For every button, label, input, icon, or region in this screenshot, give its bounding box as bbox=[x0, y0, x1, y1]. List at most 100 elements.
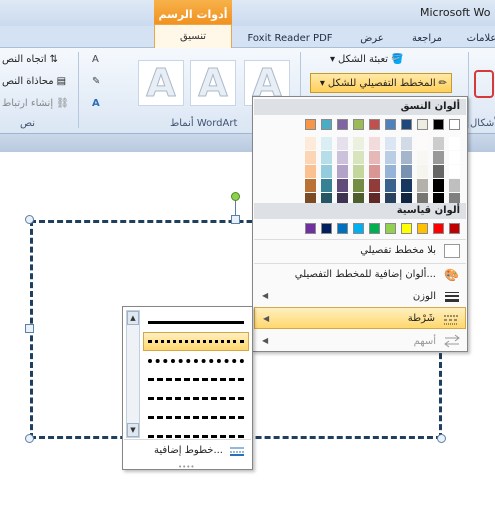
wordart-style-2[interactable]: A bbox=[190, 60, 236, 106]
tab-format[interactable]: تنسيق bbox=[154, 24, 232, 48]
standard-color-swatch[interactable] bbox=[353, 223, 364, 234]
create-link-button[interactable]: إنشاء ارتباط ⛓ bbox=[2, 98, 69, 109]
theme-color-shade-swatch[interactable] bbox=[449, 137, 460, 150]
theme-color-swatch[interactable] bbox=[305, 119, 316, 130]
theme-color-shade-swatch[interactable] bbox=[353, 137, 364, 150]
dashes-item[interactable]: ◀ شَرْطة bbox=[254, 307, 466, 329]
shape-outline-button[interactable]: ▾ المخطط التفصيلي للشكل ✏ bbox=[310, 73, 452, 93]
theme-color-shade-swatch[interactable] bbox=[385, 151, 396, 164]
theme-color-shade-swatch[interactable] bbox=[337, 165, 348, 178]
wordart-style-1[interactable]: A bbox=[138, 60, 184, 106]
more-lines-item[interactable]: خطوط إضافية... bbox=[124, 439, 251, 461]
dash-list-scrollbar[interactable]: ▲ ▼ bbox=[126, 310, 140, 438]
rotation-handle[interactable] bbox=[231, 192, 240, 201]
text-direction-button[interactable]: اتجاه النص ⇅ bbox=[2, 54, 58, 65]
dashes-label: شَرْطة bbox=[407, 312, 435, 324]
theme-color-shade-swatch[interactable] bbox=[417, 165, 428, 178]
theme-color-shade-swatch[interactable] bbox=[449, 179, 460, 192]
theme-color-shade-swatch[interactable] bbox=[305, 137, 316, 150]
scroll-up-icon[interactable]: ▲ bbox=[127, 311, 139, 325]
theme-color-swatch[interactable] bbox=[369, 119, 380, 130]
theme-color-swatch[interactable] bbox=[353, 119, 364, 130]
standard-color-swatch[interactable] bbox=[305, 223, 316, 234]
theme-color-shade-swatch[interactable] bbox=[401, 179, 412, 192]
theme-color-shade-swatch[interactable] bbox=[321, 165, 332, 178]
standard-color-swatch[interactable] bbox=[321, 223, 332, 234]
resize-grip-icon[interactable]: •••• bbox=[178, 463, 195, 471]
theme-color-shade-swatch[interactable] bbox=[305, 179, 316, 192]
tab-review[interactable]: مراجعة bbox=[402, 28, 452, 48]
theme-color-shade-swatch[interactable] bbox=[433, 179, 444, 192]
weight-item[interactable]: ◀ الوزن bbox=[254, 285, 466, 307]
theme-color-shade-swatch[interactable] bbox=[417, 137, 428, 150]
theme-color-swatch[interactable] bbox=[433, 119, 444, 130]
theme-color-shade-swatch[interactable] bbox=[401, 137, 412, 150]
text-effects-icon[interactable]: A bbox=[92, 98, 100, 109]
theme-color-shade-swatch[interactable] bbox=[305, 165, 316, 178]
theme-color-swatch[interactable] bbox=[321, 119, 332, 130]
theme-color-shade-swatch[interactable] bbox=[321, 151, 332, 164]
theme-color-shade-swatch[interactable] bbox=[321, 137, 332, 150]
arrows-item[interactable]: ◀ أسهم bbox=[254, 330, 466, 352]
more-outline-colors-item[interactable]: ألوان إضافية للمخطط التفصيلي... 🎨 bbox=[254, 263, 466, 285]
resize-handle-bottom-right[interactable] bbox=[437, 434, 446, 443]
theme-color-shade-swatch[interactable] bbox=[337, 151, 348, 164]
theme-color-shade-swatch[interactable] bbox=[449, 151, 460, 164]
standard-color-swatch[interactable] bbox=[385, 223, 396, 234]
dash-style-dash[interactable] bbox=[143, 370, 249, 389]
shape-fill-button[interactable]: ▾ تعبئة الشكل 🪣 bbox=[330, 54, 404, 65]
theme-color-shade-swatch[interactable] bbox=[385, 165, 396, 178]
dash-style-solid[interactable] bbox=[143, 313, 249, 332]
theme-color-swatch[interactable] bbox=[337, 119, 348, 130]
theme-color-shade-swatch[interactable] bbox=[385, 137, 396, 150]
theme-color-swatch[interactable] bbox=[385, 119, 396, 130]
theme-color-swatch[interactable] bbox=[449, 119, 460, 130]
link-icon: ⛓ bbox=[56, 98, 69, 109]
align-text-button[interactable]: محاذاة النص ▤ bbox=[2, 76, 66, 87]
theme-color-shade-swatch[interactable] bbox=[353, 151, 364, 164]
theme-color-shade-swatch[interactable] bbox=[401, 165, 412, 178]
standard-color-swatch[interactable] bbox=[433, 223, 444, 234]
theme-color-shade-swatch[interactable] bbox=[401, 151, 412, 164]
text-outline-icon[interactable]: ✎ bbox=[92, 76, 100, 87]
dash-style-round-dot[interactable] bbox=[143, 332, 249, 351]
resize-handle-bottom-left[interactable] bbox=[25, 434, 34, 443]
theme-color-shade-swatch[interactable] bbox=[321, 179, 332, 192]
theme-color-shade-swatch[interactable] bbox=[433, 151, 444, 164]
dash-style-dash-dot[interactable] bbox=[143, 389, 249, 408]
standard-color-swatch[interactable] bbox=[337, 223, 348, 234]
standard-color-swatch[interactable] bbox=[401, 223, 412, 234]
dash-style-long-dash[interactable] bbox=[143, 408, 249, 427]
theme-color-shade-swatch[interactable] bbox=[433, 165, 444, 178]
shape-style-swatch[interactable] bbox=[474, 70, 494, 98]
theme-color-shade-swatch[interactable] bbox=[305, 151, 316, 164]
theme-color-shade-swatch[interactable] bbox=[385, 179, 396, 192]
theme-color-shade-swatch[interactable] bbox=[449, 165, 460, 178]
theme-color-shade-swatch[interactable] bbox=[369, 151, 380, 164]
theme-color-shade-swatch[interactable] bbox=[337, 179, 348, 192]
standard-color-swatch[interactable] bbox=[369, 223, 380, 234]
standard-color-swatch[interactable] bbox=[449, 223, 460, 234]
standard-color-swatch[interactable] bbox=[417, 223, 428, 234]
theme-color-swatch[interactable] bbox=[417, 119, 428, 130]
theme-color-shade-swatch[interactable] bbox=[417, 179, 428, 192]
theme-color-shade-swatch[interactable] bbox=[337, 137, 348, 150]
tab-mailings[interactable]: علامات bbox=[467, 28, 495, 48]
theme-color-shade-swatch[interactable] bbox=[353, 179, 364, 192]
scroll-down-icon[interactable]: ▼ bbox=[127, 423, 139, 437]
tab-foxit-reader-pdf[interactable]: Foxit Reader PDF bbox=[240, 28, 340, 48]
no-outline-item[interactable]: بلا مخطط تفصيلي bbox=[254, 239, 466, 261]
theme-color-shade-swatch[interactable] bbox=[417, 151, 428, 164]
resize-handle-left[interactable] bbox=[25, 324, 34, 333]
dash-style-square-dot[interactable] bbox=[143, 351, 249, 370]
theme-color-shade-swatch[interactable] bbox=[353, 165, 364, 178]
theme-color-shade-swatch[interactable] bbox=[369, 137, 380, 150]
theme-color-swatch[interactable] bbox=[401, 119, 412, 130]
tab-view[interactable]: عرض bbox=[352, 28, 392, 48]
theme-color-shade-swatch[interactable] bbox=[369, 165, 380, 178]
theme-color-shade-swatch[interactable] bbox=[369, 179, 380, 192]
theme-color-shade-swatch[interactable] bbox=[433, 137, 444, 150]
resize-handle-top[interactable] bbox=[231, 215, 240, 224]
text-fill-icon[interactable]: A bbox=[92, 54, 99, 65]
resize-handle-top-left[interactable] bbox=[25, 215, 34, 224]
